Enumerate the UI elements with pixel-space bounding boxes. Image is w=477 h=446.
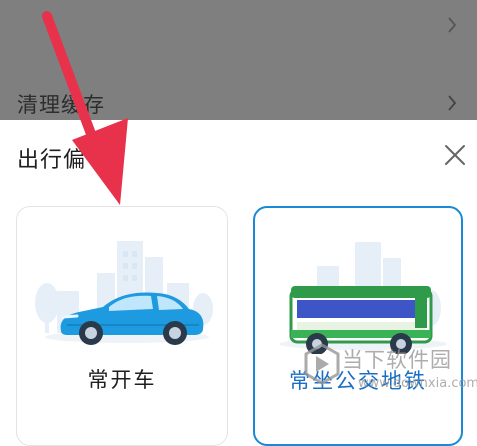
sheet-title: 出行偏 xyxy=(17,148,87,173)
option-card-bus-subway[interactable]: 常坐公交地铁 xyxy=(253,206,463,446)
option-card-drive[interactable]: 常开车 xyxy=(16,206,228,446)
settings-item-label: 清理缓存 xyxy=(17,93,105,117)
option-label-drive: 常开车 xyxy=(87,368,157,392)
settings-item-blurred xyxy=(0,0,477,58)
watermark-logo-icon xyxy=(304,343,340,385)
settings-list-dimmed: 清理缓存 xyxy=(0,0,477,120)
watermark-url: www.downxia.com xyxy=(358,376,477,391)
chevron-right-icon xyxy=(448,17,457,33)
close-icon[interactable] xyxy=(441,141,469,169)
watermark: 当下软件园 www.downxia.com xyxy=(296,338,477,406)
bus-illustration xyxy=(279,242,447,354)
chevron-right-icon xyxy=(448,95,457,111)
watermark-text: 当下软件园 xyxy=(342,348,452,372)
car-illustration xyxy=(35,241,213,345)
